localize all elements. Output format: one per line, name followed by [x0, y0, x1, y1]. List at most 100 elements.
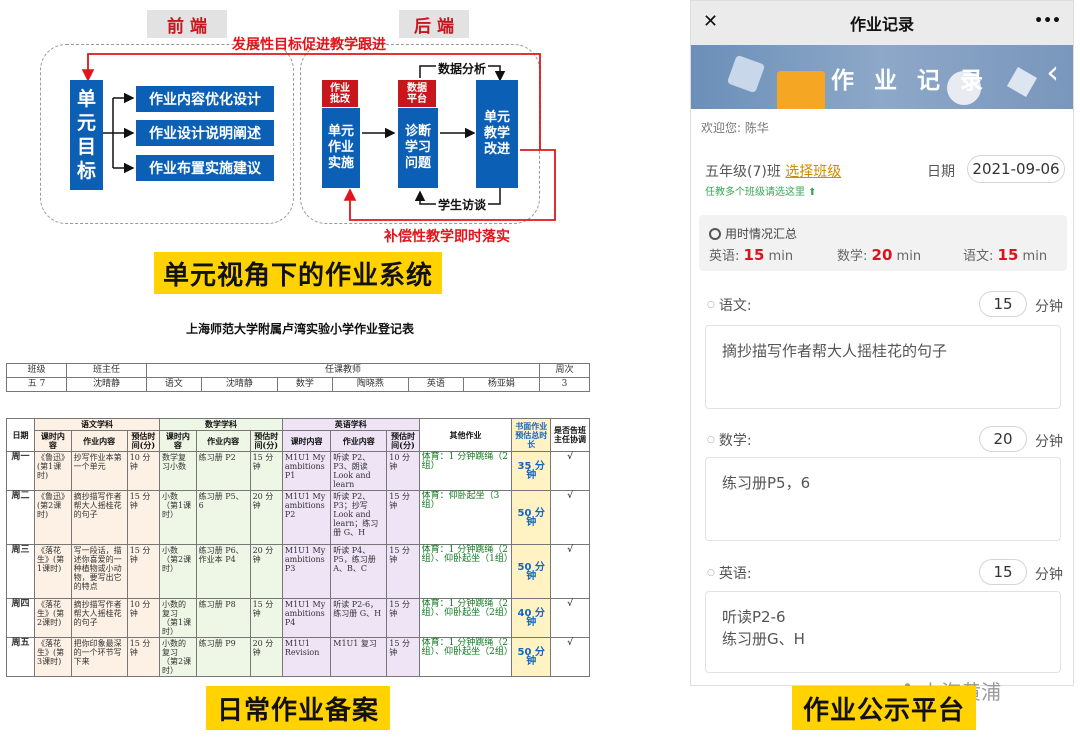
other-homework-cell: 体育：1 分钟跳绳（2组）、仰卧起坐（2组）	[418, 637, 513, 677]
col-sign: 是否告班主任协调	[550, 418, 590, 452]
date-label: 日期	[927, 164, 955, 180]
tag-line: 数据	[407, 82, 427, 94]
chinese-time-cell: 15 分钟	[126, 490, 161, 545]
chinese-content-cell: 《落花生》(第2课时)	[34, 598, 72, 638]
student-interview-label: 学生访谈	[436, 196, 489, 213]
day-cell: 周一	[5, 451, 36, 491]
data-platform-tag: 数据 平台	[398, 80, 436, 107]
chinese-content-cell: 《鲁迅》(第1课时)	[34, 451, 72, 491]
subject-label-text: 英语:	[718, 566, 752, 582]
unit-goal-char: 标	[76, 160, 96, 182]
col-m-homework: 作业内容	[195, 430, 251, 452]
diagram-title: 单元视角下的作业系统	[154, 252, 442, 294]
col-e-homework: 作业内容	[330, 430, 388, 452]
math-content-cell: 数学复习小数	[159, 451, 197, 491]
chinese-homework-cell: 摘抄描写作者帮大人摇桂花的句子	[70, 490, 128, 545]
math-homework-textarea[interactable]: 练习册P5，6	[705, 457, 1061, 541]
close-icon[interactable]: ✕	[703, 11, 718, 32]
class-value: 五 7	[6, 377, 67, 392]
table-row: 周四 《落花生》(第2课时) 摘抄描写作者帮大人摇桂花的句子 10 分钟 小数的复习（第…	[5, 598, 590, 638]
chinese-content-cell: 《落花生》(第1课时)	[34, 544, 72, 599]
english-homework-textarea[interactable]: 听读P2-6 练习册G、H	[705, 591, 1061, 673]
sign-cell: √	[550, 490, 590, 545]
english-homework-cell: 听读 P4、P5，练习册 A、B、C	[330, 544, 388, 599]
bullet-icon: ○	[707, 568, 715, 578]
front-item-content-design: 作业内容优化设计	[136, 86, 274, 112]
table-row: 周三 《落花生》(第1课时) 写一段话，描述你喜爱的一种植物或小动物，要写出它的特点…	[5, 544, 590, 599]
chinese-label: 语文	[146, 377, 202, 392]
box-line: 作业	[327, 140, 354, 155]
headteacher-label: 班主任	[66, 363, 147, 378]
english-minutes-input[interactable]: 15	[979, 559, 1027, 585]
english-label: 英语	[407, 377, 464, 392]
other-homework-cell: 体育：1 分钟跳绳（2组）、仰卧起坐（1组）	[418, 544, 513, 599]
date-field[interactable]: 2021-09-06	[967, 155, 1065, 183]
math-time-cell: 15 分钟	[249, 598, 283, 638]
diagnose-problem-box: 诊断 学习 问题	[398, 108, 438, 188]
math-teacher: 陶晓燕	[331, 377, 409, 392]
math-homework-cell: 练习册 P9	[195, 637, 251, 677]
chinese-time-cell: 15 分钟	[126, 637, 161, 677]
summary-value: 20	[871, 246, 893, 264]
chinese-homework-cell: 写一段话，描述你喜爱的一种植物或小动物，要写出它的特点	[70, 544, 128, 599]
data-analysis-label: 数据分析	[436, 60, 489, 77]
bullet-icon: ○	[707, 435, 715, 445]
total-time-cell: 50 分钟	[511, 490, 552, 545]
folder-icon	[777, 71, 825, 109]
unit-goal-char: 目	[76, 136, 96, 158]
math-time-cell: 15 分钟	[249, 451, 283, 491]
math-homework-cell: 练习册 P2	[195, 451, 251, 491]
other-homework-cell: 体育：1 分钟跳绳（2组）、仰卧起坐（2组）	[418, 598, 513, 638]
english-content-cell: M1U1 My ambitions P3	[281, 544, 332, 599]
back-icon[interactable]: ‹	[1046, 53, 1059, 91]
class-text: 五年级(7)班	[705, 164, 781, 180]
class-row: 五年级(7)班 选择班级	[705, 161, 841, 181]
unit-goal-box: 单 元 目 标	[70, 80, 103, 190]
summary-label: 语文:	[963, 249, 994, 264]
math-content-cell: 小数的复习（第1课时）	[159, 598, 197, 638]
banner-title: 作 业 记 录	[831, 68, 990, 94]
math-subject-label: ○ 数学:	[707, 430, 752, 450]
more-icon[interactable]: •••	[1034, 13, 1061, 29]
summary-unit: min	[896, 249, 922, 264]
welcome-text: 欢迎您: 陈华	[701, 121, 769, 135]
time-summary-panel: 用时情况汇总 英语: 15 min 数学: 20 min 语文: 15 min	[699, 215, 1067, 271]
front-item-implementation: 作业布置实施建议	[136, 155, 274, 181]
math-minutes-input[interactable]: 20	[979, 426, 1027, 452]
summary-label: 英语:	[709, 249, 740, 264]
english-subject-label: ○ 英语:	[707, 563, 752, 583]
english-time-cell: 15 分钟	[386, 544, 420, 599]
chinese-minutes-input[interactable]: 15	[979, 291, 1027, 317]
chinese-time-cell: 10 分钟	[126, 451, 161, 491]
math-content-cell: 小数的复习（第2课时）	[159, 637, 197, 677]
english-time-cell: 15 分钟	[386, 598, 420, 638]
math-label: 数学	[276, 377, 333, 392]
bullet-icon: ○	[707, 300, 715, 310]
col-m-content: 课时内容	[159, 430, 197, 452]
col-e-time: 预估时间(分)	[386, 430, 420, 452]
math-homework-cell: 练习册 P5、6	[195, 490, 251, 545]
front-item-design-explanation: 作业设计说明阐述	[136, 120, 274, 146]
chinese-homework-textarea[interactable]: 摘抄描写作者帮大人摇桂花的句子	[705, 325, 1061, 409]
app-banner: 作 业 记 录 ‹	[691, 45, 1073, 109]
chinese-homework-cell: 抄写作业本第一个单元	[70, 451, 128, 491]
english-minutes-unit: 分钟	[1035, 567, 1063, 583]
english-content-cell: M1U1 My ambitions P1	[281, 451, 332, 491]
gem-decoration-icon	[1006, 66, 1038, 98]
sign-cell: √	[550, 637, 590, 677]
english-content-cell: M1U1 Revision	[281, 637, 332, 677]
box-line: 学习	[404, 140, 431, 155]
subject-label-text: 语文:	[718, 298, 752, 314]
summary-value: 15	[997, 246, 1019, 264]
english-time-cell: 15 分钟	[386, 490, 420, 545]
homework-grading-tag: 作业 批改	[322, 80, 358, 107]
select-class-link[interactable]: 选择班级	[785, 164, 841, 180]
chinese-subject-label: ○ 语文:	[707, 295, 752, 315]
chinese-homework-cell: 把你印象最深的一个环节写下来	[70, 637, 128, 677]
table-title: 上海师范大学附属卢湾实验小学作业登记表	[186, 322, 415, 336]
summary-math: 数学: 20 min	[837, 245, 921, 264]
chinese-time-cell: 15 分钟	[126, 544, 161, 599]
box-line: 问题	[404, 156, 431, 171]
total-time-cell: 50 分钟	[511, 637, 552, 677]
class-label: 班级	[6, 363, 67, 378]
